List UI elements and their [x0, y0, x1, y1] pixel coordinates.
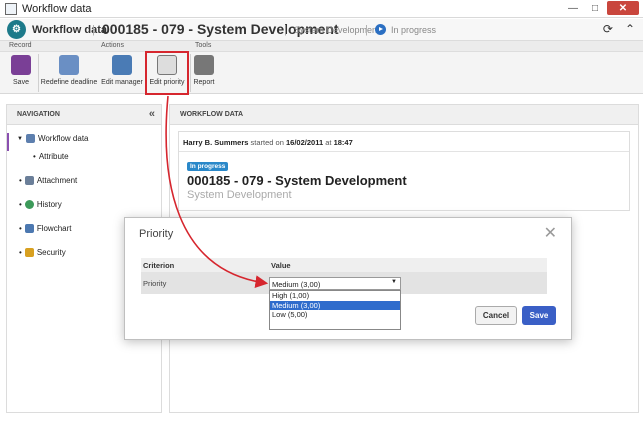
- dialog-close-icon[interactable]: ✕: [544, 223, 557, 243]
- expand-arrow-icon[interactable]: ▼: [17, 136, 23, 142]
- report-button[interactable]: Report: [192, 52, 216, 94]
- option-low[interactable]: Low (5,00): [270, 310, 400, 320]
- priority-options-list: High (1,00) Medium (3,00) Low (5,00): [269, 290, 401, 330]
- workflow-data-title: WORKFLOW DATA: [170, 105, 638, 125]
- nav-item-flowchart[interactable]: • Flowchart: [19, 224, 72, 233]
- toolbar: Save Redefine deadline Edit manager Edit…: [0, 52, 643, 94]
- workflow-data-icon: [25, 134, 35, 143]
- workflow-heading: 000185 - 079 - System Development: [187, 173, 407, 188]
- collapse-up-icon[interactable]: ⌃: [625, 22, 635, 36]
- table-header: Criterion Value: [141, 258, 547, 272]
- header-status: In progress: [391, 25, 437, 35]
- workflow-logo-icon: ⚙: [7, 20, 26, 39]
- priority-criterion: Priority: [143, 279, 167, 288]
- cancel-button[interactable]: Cancel: [475, 306, 517, 325]
- edit-manager-button[interactable]: Edit manager: [100, 52, 144, 94]
- flowchart-icon: [24, 224, 34, 233]
- close-icon[interactable]: ✕: [607, 1, 639, 15]
- header-separator: |: [365, 24, 368, 36]
- user-edit-icon: [112, 55, 132, 75]
- collapse-panel-icon[interactable]: «: [149, 108, 155, 120]
- active-indicator: [7, 133, 9, 151]
- group-record: Record: [9, 42, 32, 49]
- navigation-title: NAVIGATION «: [7, 105, 161, 125]
- history-clock-icon: [24, 200, 34, 209]
- value-header: Value: [271, 261, 291, 270]
- window-titlebar: Workflow data — □ ✕: [0, 0, 643, 18]
- option-medium[interactable]: Medium (3,00): [270, 300, 400, 310]
- criterion-header: Criterion: [143, 261, 175, 270]
- window-title: Workflow data: [22, 3, 92, 15]
- calendar-icon: [59, 55, 79, 75]
- play-status-icon: [375, 24, 386, 35]
- nav-item-attribute[interactable]: • Attribute: [33, 152, 69, 161]
- priority-select[interactable]: Medium (3,00) ▼: [269, 277, 401, 290]
- annotation-highlight-box: [145, 51, 189, 95]
- nav-item-workflow-data[interactable]: ▼ Workflow data: [17, 134, 89, 143]
- minimize-icon[interactable]: —: [563, 1, 583, 15]
- header-separator: |: [92, 24, 95, 36]
- group-tools: Tools: [195, 42, 212, 49]
- priority-table: Criterion Value Priority Medium (3,00) ▼: [141, 258, 547, 294]
- app-icon: [5, 3, 17, 15]
- window-controls: — □ ✕: [563, 1, 639, 15]
- nav-item-attachment[interactable]: • Attachment: [19, 176, 77, 185]
- save-button[interactable]: Save: [6, 52, 36, 94]
- key-icon: [24, 248, 34, 257]
- dialog-title: Priority: [139, 228, 174, 240]
- toolbar-group-labels: Record Actions Tools: [0, 41, 643, 52]
- refresh-icon[interactable]: ⟳: [603, 22, 613, 36]
- header-separator: |: [284, 24, 287, 36]
- maximize-icon[interactable]: □: [585, 1, 605, 15]
- printer-icon: [194, 55, 214, 75]
- redefine-deadline-button[interactable]: Redefine deadline: [40, 52, 98, 94]
- save-dialog-button[interactable]: Save: [522, 306, 556, 325]
- group-actions: Actions: [101, 42, 124, 49]
- nav-item-history[interactable]: • History: [19, 200, 62, 209]
- paperclip-icon: [24, 176, 34, 185]
- status-badge: In progress: [187, 162, 229, 171]
- document-header: ⚙ Workflow data | 000185 - 079 - System …: [0, 19, 643, 41]
- workflow-start-info: Harry B. Summers started on 16/02/2011 a…: [179, 132, 629, 152]
- header-app-label: Workflow data: [32, 24, 107, 36]
- workflow-subheading: System Development: [187, 189, 292, 201]
- save-icon: [11, 55, 31, 75]
- nav-item-security[interactable]: • Security: [19, 248, 66, 257]
- workflow-card: Harry B. Summers started on 16/02/2011 a…: [178, 131, 630, 211]
- dropdown-arrow-icon: ▼: [391, 279, 397, 285]
- option-high[interactable]: High (1,00): [270, 291, 400, 301]
